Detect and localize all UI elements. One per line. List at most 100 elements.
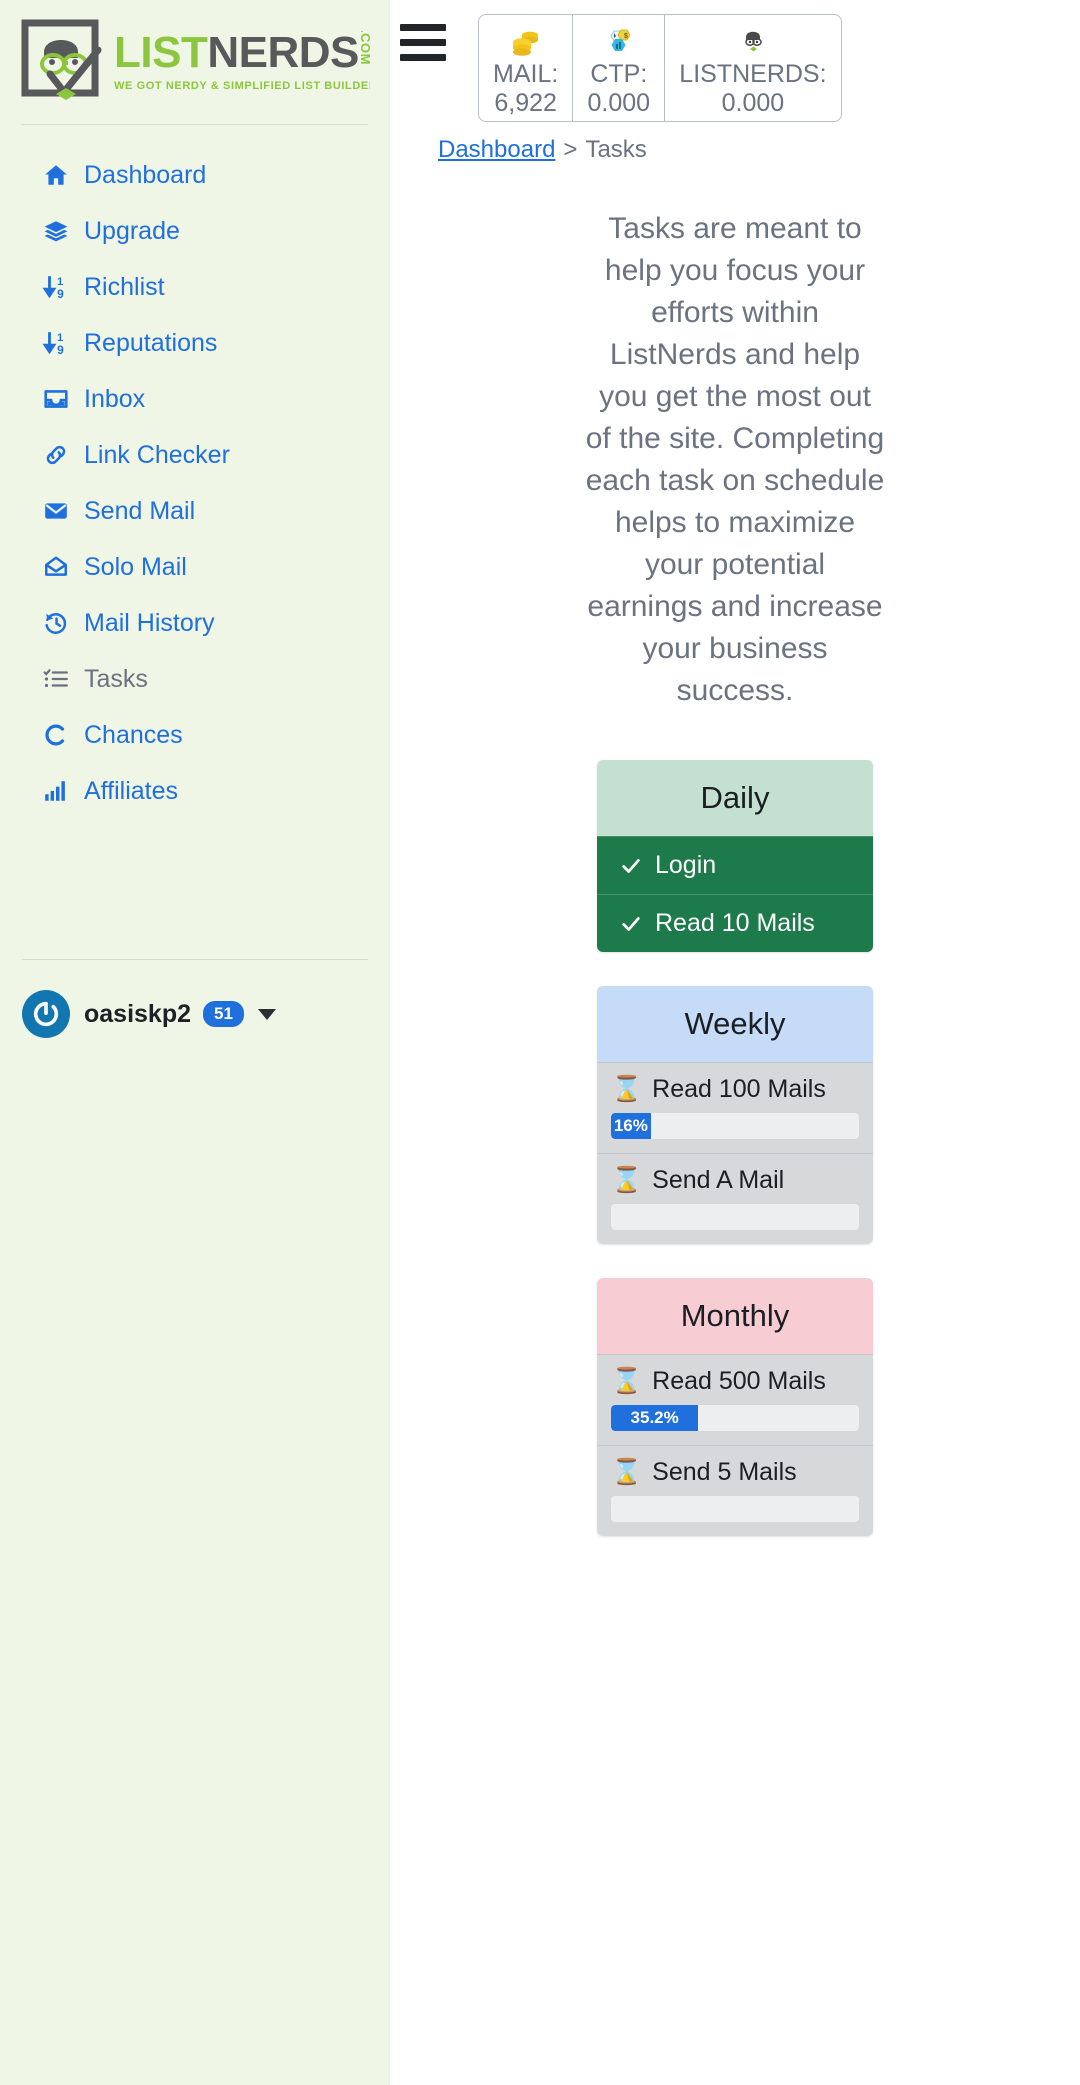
- brand-name-part1: LIST: [114, 30, 208, 77]
- app-root: LISTNERDS.COM WE GOT NERDY & SIMPLIFIED …: [0, 0, 1080, 2085]
- listnerds-logo-icon: [20, 18, 106, 104]
- task-card-title: Monthly: [597, 1278, 873, 1354]
- progress-bar: 16%: [611, 1113, 651, 1139]
- sidebar-item-inbox[interactable]: Inbox: [0, 371, 390, 427]
- hourglass-icon: ⌛: [611, 1367, 643, 1395]
- svg-text:$: $: [624, 33, 628, 40]
- chart-bars-icon: [42, 777, 76, 805]
- task-label: Send A Mail: [652, 1166, 785, 1194]
- progress-bar: 35.2%: [611, 1405, 699, 1431]
- sidebar-item-label: Link Checker: [84, 440, 230, 469]
- brand-wordmark: LISTNERDS.COM WE GOT NERDY & SIMPLIFIED …: [114, 31, 370, 92]
- sidebar-item-chances[interactable]: Chances: [0, 707, 390, 763]
- stat-label: CTP:: [590, 60, 648, 88]
- task-label: Send 5 Mails: [652, 1458, 797, 1486]
- task-label: Read 10 Mails: [655, 909, 815, 937]
- hourglass-icon: ⌛: [611, 1458, 643, 1486]
- sidebar-item-send-mail[interactable]: Send Mail: [0, 483, 390, 539]
- task-label: Read 500 Mails: [652, 1367, 826, 1395]
- sidebar-item-label: Dashboard: [84, 160, 207, 189]
- sidebar-item-dashboard[interactable]: Dashboard: [0, 147, 390, 203]
- sidebar-item-label: Send Mail: [84, 496, 196, 525]
- caret-down-icon[interactable]: [257, 1008, 276, 1020]
- tasks-icon: [42, 665, 76, 693]
- tasks-intro-text: Tasks are meant to help you focus your e…: [585, 212, 885, 707]
- user-level-badge: 51: [203, 1001, 244, 1027]
- sidebar-item-label: Affiliates: [84, 776, 179, 805]
- task-cards: Daily Login Read 10 Mails Weekly ⌛ Read …: [597, 760, 873, 1536]
- link-icon: [42, 441, 76, 469]
- home-icon: [42, 161, 76, 189]
- stat-value: 0.000: [721, 88, 785, 117]
- task-row[interactable]: ⌛ Read 100 Mails 16%: [597, 1062, 873, 1153]
- sidebar-item-label: Richlist: [84, 272, 165, 301]
- task-label: Login: [655, 851, 717, 879]
- sidebar-item-tasks[interactable]: Tasks: [0, 651, 390, 707]
- stat-listnerds[interactable]: LISTNERDS: 0.000: [665, 15, 840, 121]
- stat-value: 0.000: [587, 88, 651, 117]
- sidebar-item-label: Chances: [84, 720, 183, 749]
- task-card-weekly: Weekly ⌛ Read 100 Mails 16% ⌛ Send A Mai…: [597, 986, 873, 1244]
- breadcrumb-dashboard-link[interactable]: Dashboard: [438, 136, 555, 163]
- task-card-title: Daily: [597, 760, 873, 836]
- sidebar-item-label: Reputations: [84, 328, 218, 357]
- breadcrumb-current: Tasks: [585, 136, 647, 163]
- task-row[interactable]: ⌛ Send A Mail: [597, 1153, 873, 1244]
- sidebar-item-mail-history[interactable]: Mail History: [0, 595, 390, 651]
- sidebar-item-affiliates[interactable]: Affiliates: [0, 763, 390, 819]
- layers-icon: [42, 217, 76, 245]
- check-icon: [619, 913, 643, 935]
- task-row[interactable]: ⌛ Read 500 Mails 35.2%: [597, 1354, 873, 1445]
- task-card-daily: Daily Login Read 10 Mails: [597, 760, 873, 952]
- topbar: MAIL: 6,922 $ CTP: 0.000 LISTNERDS: 0.00…: [390, 0, 1080, 122]
- sidebar-item-label: Upgrade: [84, 216, 180, 245]
- task-label: Read 100 Mails: [652, 1075, 826, 1103]
- stats-bar: MAIL: 6,922 $ CTP: 0.000 LISTNERDS: 0.00…: [478, 14, 842, 122]
- task-row[interactable]: Login: [597, 836, 873, 894]
- sidebar-item-solo-mail[interactable]: Solo Mail: [0, 539, 390, 595]
- sidebar-item-label: Mail History: [84, 608, 215, 637]
- main-content: MAIL: 6,922 $ CTP: 0.000 LISTNERDS: 0.00…: [390, 0, 1080, 2085]
- user-name: oasiskp2: [84, 999, 192, 1028]
- brand-name-part2: NERDS: [207, 30, 359, 77]
- task-row[interactable]: Read 10 Mails: [597, 894, 873, 952]
- stat-ctp[interactable]: $ CTP: 0.000: [573, 15, 666, 121]
- svg-text:9: 9: [57, 287, 64, 300]
- sidebar-item-label: Tasks: [84, 664, 148, 693]
- sidebar-item-label: Inbox: [84, 384, 146, 413]
- brand-logo[interactable]: LISTNERDS.COM WE GOT NERDY & SIMPLIFIED …: [0, 0, 390, 118]
- envelope-icon: [42, 497, 76, 525]
- breadcrumb-separator: >: [563, 136, 578, 163]
- hamburger-menu-icon[interactable]: [400, 24, 446, 69]
- stat-label: LISTNERDS:: [679, 60, 827, 88]
- task-card-title: Weekly: [597, 986, 873, 1062]
- svg-text:9: 9: [57, 343, 64, 356]
- breadcrumb: Dashboard > Tasks: [390, 120, 1080, 164]
- ctp-token-icon: $: [602, 25, 636, 59]
- sort-amount-icon: 1 9: [42, 329, 76, 357]
- task-card-monthly: Monthly ⌛ Read 500 Mails 35.2% ⌛ Send 5 …: [597, 1278, 873, 1536]
- inbox-icon: [42, 385, 76, 413]
- spinner-icon: [42, 721, 76, 749]
- sidebar-item-link-checker[interactable]: Link Checker: [0, 427, 390, 483]
- hourglass-icon: ⌛: [611, 1075, 643, 1103]
- user-menu[interactable]: oasiskp2 51: [0, 960, 390, 1038]
- sidebar-item-upgrade[interactable]: Upgrade: [0, 203, 390, 259]
- history-icon: [42, 609, 76, 637]
- brand-tagline: WE GOT NERDY & SIMPLIFIED LIST BUILDERS!: [114, 79, 370, 92]
- sort-amount-icon: 1 9: [42, 273, 76, 301]
- power-avatar-icon: [22, 990, 70, 1038]
- stat-value: 6,922: [494, 88, 557, 117]
- sidebar-item-reputations[interactable]: 1 9 Reputations: [0, 315, 390, 371]
- check-icon: [619, 855, 643, 877]
- sidebar-item-richlist[interactable]: 1 9 Richlist: [0, 259, 390, 315]
- progress-track: [611, 1496, 859, 1522]
- nerd-face-icon: [736, 25, 770, 59]
- progress-track: 35.2%: [611, 1405, 859, 1431]
- hourglass-icon: ⌛: [611, 1166, 643, 1194]
- stat-mail[interactable]: MAIL: 6,922: [479, 15, 574, 121]
- sidebar-item-label: Solo Mail: [84, 552, 187, 581]
- coins-icon: [509, 25, 543, 59]
- task-row[interactable]: ⌛ Send 5 Mails: [597, 1445, 873, 1536]
- brand-dotcom: .COM: [357, 30, 370, 65]
